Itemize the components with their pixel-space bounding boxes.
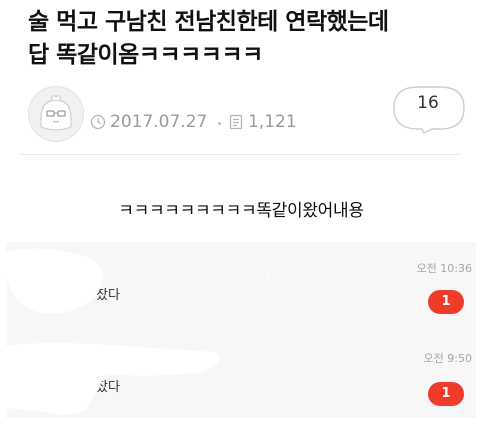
- document-icon: [229, 114, 243, 130]
- post-views-count: 1,121: [248, 112, 297, 132]
- meta-separator: [218, 122, 221, 125]
- clock-icon: [90, 114, 106, 130]
- post-title: 술 먹고 구남친 전남친한테 연락했는데 답 똑같이옴ㅋㅋㅋㅋㅋㅋ: [28, 6, 468, 72]
- post-body-text: ㅋㅋㅋㅋㅋㅋㅋㅋㅋ똑같이왔어내용: [118, 201, 364, 221]
- redaction-mark: [6, 248, 358, 415]
- post-date-text: 2017.07.27: [110, 112, 208, 132]
- attached-chat-screenshot[interactable]: 잤다 오전 10:36 1 잤다 오전 9:50 1: [6, 242, 476, 418]
- post-title-line-1: 술 먹고 구남친 전남친한테 연락했는데: [28, 9, 389, 35]
- divider: [20, 154, 460, 155]
- post-title-line-2: 답 똑같이옴ㅋㅋㅋㅋㅋㅋ: [28, 42, 263, 68]
- post-views: 1,121: [228, 112, 297, 132]
- comment-count-button[interactable]: 16: [392, 85, 478, 135]
- post-meta: 2017.07.27 1,121 16: [28, 86, 468, 146]
- post-page: 술 먹고 구남친 전남친한테 연락했는데 답 똑같이옴ㅋㅋㅋㅋㅋㅋ 2017.0…: [0, 0, 482, 426]
- comment-count: 16: [417, 93, 439, 113]
- default-profile-icon[interactable]: [28, 86, 84, 142]
- post-date: 2017.07.27: [90, 112, 207, 132]
